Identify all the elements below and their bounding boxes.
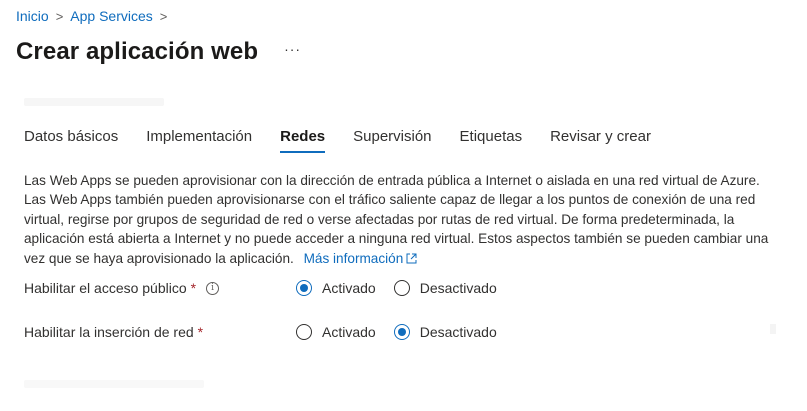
tab-implementacion[interactable]: Implementación xyxy=(146,128,252,153)
learn-more-link[interactable]: Más información xyxy=(304,251,418,266)
public-access-on-label: Activado xyxy=(322,280,376,296)
radio-selected-icon[interactable] xyxy=(296,280,312,296)
tab-etiquetas[interactable]: Etiquetas xyxy=(460,128,523,153)
network-injection-on-option[interactable]: Activado xyxy=(296,324,376,340)
network-injection-off-option[interactable]: Desactivado xyxy=(393,324,497,340)
public-access-off-label: Desactivado xyxy=(419,280,497,296)
tab-datos-basicos[interactable]: Datos básicos xyxy=(24,128,118,153)
network-injection-radio-group: Activado Desactivado xyxy=(296,324,515,340)
more-options-button[interactable]: ··· xyxy=(284,41,301,63)
faint-placeholder xyxy=(770,324,776,334)
chevron-right-icon: > xyxy=(159,8,168,24)
public-access-on-option[interactable]: Activado xyxy=(296,280,376,296)
required-indicator: * xyxy=(190,280,197,296)
breadcrumb-home-link[interactable]: Inicio xyxy=(16,8,49,24)
public-access-radio-group: Activado Desactivado xyxy=(296,280,515,296)
radio-unselected-icon[interactable] xyxy=(393,280,410,296)
faint-placeholder xyxy=(24,98,164,106)
network-injection-on-label: Activado xyxy=(322,324,376,340)
radio-selected-icon[interactable] xyxy=(393,324,410,340)
radio-unselected-icon[interactable] xyxy=(296,324,312,340)
required-indicator: * xyxy=(197,324,204,340)
public-access-label: Habilitar el acceso público * i xyxy=(24,280,296,296)
info-icon[interactable]: i xyxy=(206,281,220,295)
public-access-field: Habilitar el acceso público * i Activado… xyxy=(24,280,784,296)
breadcrumb: Inicio > App Services > xyxy=(16,8,174,24)
public-access-off-option[interactable]: Desactivado xyxy=(393,280,497,296)
breadcrumb-app-services-link[interactable]: App Services xyxy=(70,8,152,24)
public-access-label-text: Habilitar el acceso público xyxy=(24,280,187,296)
tab-supervision[interactable]: Supervisión xyxy=(353,128,431,153)
network-injection-label-text: Habilitar la inserción de red xyxy=(24,324,194,340)
tab-redes[interactable]: Redes xyxy=(280,128,326,153)
chevron-right-icon: > xyxy=(55,8,64,24)
title-row: Crear aplicación web ··· xyxy=(16,38,301,66)
networking-description: Las Web Apps se pueden aprovisionar con … xyxy=(24,171,776,269)
tab-revisar-y-crear[interactable]: Revisar y crear xyxy=(550,128,651,153)
faint-placeholder xyxy=(24,380,204,388)
external-link-icon xyxy=(406,250,417,269)
network-injection-off-label: Desactivado xyxy=(419,324,497,340)
page-title: Crear aplicación web xyxy=(16,38,259,65)
learn-more-label: Más información xyxy=(303,250,404,266)
network-injection-field: Habilitar la inserción de red * Activado… xyxy=(24,324,784,340)
tab-bar: Datos básicos Implementación Redes Super… xyxy=(24,128,679,153)
network-injection-label: Habilitar la inserción de red * xyxy=(24,324,296,340)
